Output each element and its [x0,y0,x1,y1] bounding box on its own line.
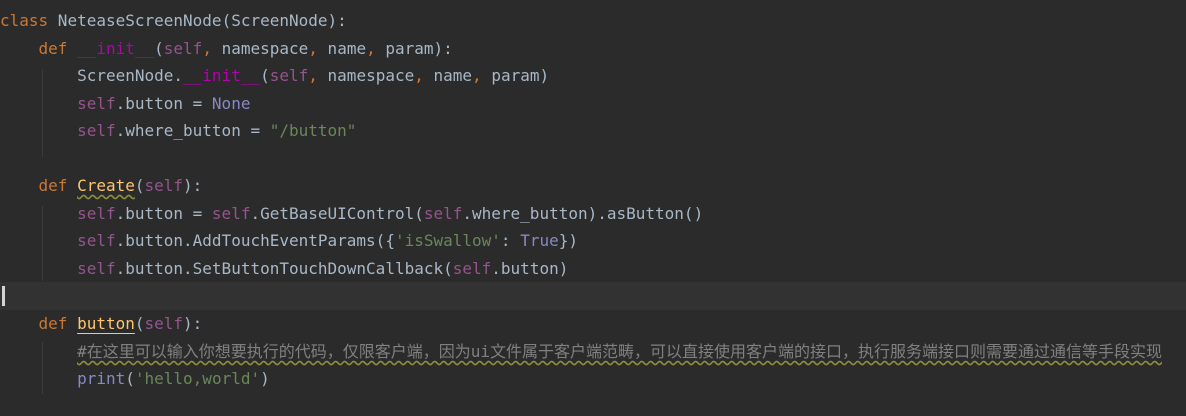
comma: , [308,66,318,85]
colon: : [500,231,521,250]
comma: , [472,66,482,85]
keyword-def: def [38,39,68,58]
keyword-class: class [0,11,49,30]
param-namespace: namespace [211,39,309,58]
method-call: .GetBaseUIControl( [250,204,424,223]
none-const: None [211,94,251,113]
string-literal: "/button" [269,121,357,140]
code-line-8[interactable]: self.button = self.GetBaseUIControl(self… [0,200,1186,228]
self-ref: self [452,259,492,278]
code-line-5[interactable]: self.where_button = "/button" [0,117,1186,145]
code-line-13[interactable]: #在这里可以输入你想要执行的代码，仅限客户端，因为ui文件属于客户端范畴，可以直… [0,338,1186,366]
arg-namespace: namespace [317,66,415,85]
comma: , [308,39,318,58]
assignment: .button = [115,204,212,223]
paren-open: ( [260,66,270,85]
comma: , [202,39,212,58]
code-editor[interactable]: class NeteaseScreenNode(ScreenNode): def… [0,0,1186,416]
self-ref: self [77,121,116,140]
true-const: True [520,231,559,250]
self-ref: self [211,204,251,223]
param-param: param): [375,39,453,58]
self-ref: self [77,204,116,223]
code-line-11-current[interactable] [0,282,1186,310]
method-call: .button.SetButtonTouchDownCallback( [115,259,453,278]
self-ref: self [77,231,116,250]
string-literal: 'isSwallow' [394,231,501,250]
self-ref: self [77,94,116,113]
method-call: .button.AddTouchEventParams({ [115,231,395,250]
self-param: self [144,314,184,333]
code-line-2[interactable]: def __init__(self, namespace, name, para… [0,35,1186,63]
keyword-def: def [38,176,68,195]
attribute-ref: .button) [491,259,569,278]
paren-open: ( [134,314,145,333]
param-name: name [317,39,367,58]
self-arg: self [269,66,309,85]
self-param: self [144,176,184,195]
code-line-12[interactable]: def button(self): [0,310,1186,338]
comma: , [414,66,424,85]
function-name-create: Create [77,176,135,195]
function-name-button: button [77,314,135,333]
assignment: .button = [115,94,212,113]
class-ref: ScreenNode. [77,66,184,85]
code-line-7[interactable]: def Create(self): [0,172,1186,200]
self-ref: self [77,259,116,278]
code-line-10[interactable]: self.button.SetButtonTouchDownCallback(s… [0,255,1186,283]
self-param: self [163,39,203,58]
code-line-1[interactable]: class NeteaseScreenNode(ScreenNode): [0,7,1186,35]
paren-close: ): [183,314,203,333]
builtin-print: print [77,369,126,388]
paren-open: ( [125,369,135,388]
class-declaration: NeteaseScreenNode(ScreenNode): [48,11,347,30]
comma: , [366,39,376,58]
code-comment: #在这里可以输入你想要执行的代码，仅限客户端，因为ui文件属于客户端范畴，可以直… [77,342,1162,361]
code-line-3[interactable]: ScreenNode.__init__(self, namespace, nam… [0,62,1186,90]
init-call: __init__ [183,66,261,85]
text-caret [2,286,5,306]
code-line-4[interactable]: self.button = None [0,90,1186,118]
assignment: .where_button = [115,121,270,140]
brace-close: }) [558,231,578,250]
paren-open: ( [134,176,145,195]
code-line-14[interactable]: print('hello,world') [0,365,1186,393]
paren-close: ): [183,176,203,195]
keyword-def: def [38,314,68,333]
paren-open: ( [154,39,164,58]
arg-name: name [423,66,473,85]
function-name-init: __init__ [77,39,155,58]
paren-close: ) [260,369,270,388]
code-line-9[interactable]: self.button.AddTouchEventParams({'isSwal… [0,227,1186,255]
code-line-6[interactable] [0,145,1186,173]
string-literal: 'hello,world' [134,369,261,388]
self-ref: self [423,204,463,223]
arg-param: param) [481,66,550,85]
method-chain: .where_button).asButton() [462,204,704,223]
